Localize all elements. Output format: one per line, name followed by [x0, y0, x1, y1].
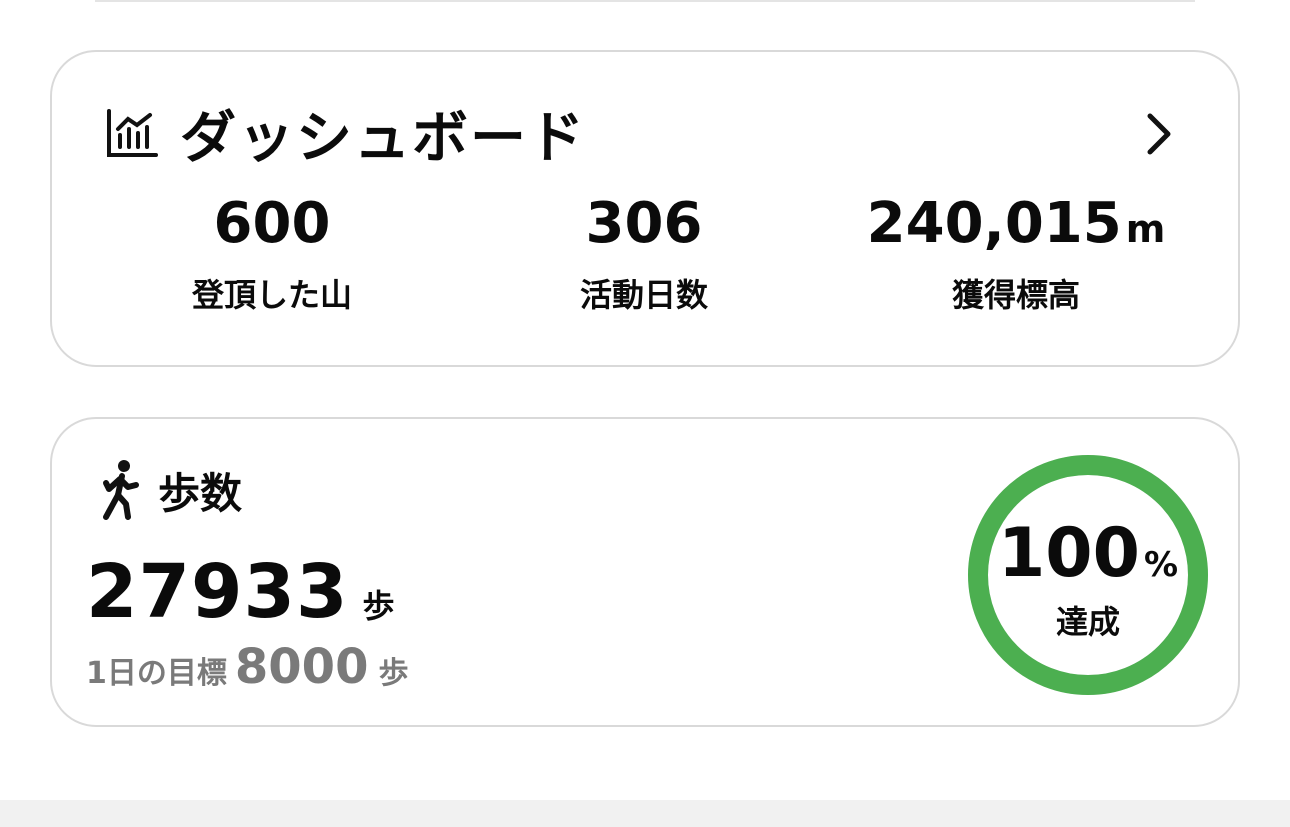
previous-card-edge [95, 0, 1195, 2]
stat-label: 獲得標高 [951, 276, 1080, 315]
bottom-bar [0, 800, 1290, 827]
progress-percent-value: 100 [997, 513, 1140, 593]
progress-label: 達成 [1055, 602, 1120, 641]
step-count-unit: 歩 [362, 587, 395, 625]
step-count: 27933 歩 [86, 549, 394, 635]
chevron-right-icon[interactable] [1142, 110, 1176, 158]
progress-percent-sign: % [1143, 544, 1179, 585]
dashboard-header: ダッシュボード [104, 100, 586, 171]
dashboard-title: ダッシュボード [180, 105, 586, 171]
goal-unit: 歩 [378, 656, 409, 691]
step-count-value: 27933 [86, 549, 349, 635]
daily-goal: 1日の目標 8000 歩 [86, 639, 408, 695]
progress-percent: 100 % [998, 514, 1178, 593]
goal-label: 1日の目標 [86, 656, 227, 691]
chart-icon [107, 109, 158, 157]
steps-header: 歩数 [98, 459, 242, 521]
dashboard-card[interactable]: ダッシュボード 600 登頂した山 306 活動日数 240,015 m 獲得標高 [50, 50, 1240, 367]
stat-value: 240,015 m [866, 191, 1166, 256]
stat-label: 活動日数 [579, 276, 708, 315]
stat-unit: m [1125, 207, 1166, 251]
steps-card[interactable]: 歩数 27933 歩 1日の目標 8000 歩 100 % 達成 [50, 417, 1240, 727]
stat-label: 登頂した山 [191, 276, 352, 315]
stat-activity-days: 306 活動日数 [464, 191, 824, 316]
steps-title: 歩数 [158, 468, 243, 518]
walking-person-icon [103, 460, 139, 520]
stat-value: 306 [585, 191, 703, 256]
stat-elevation-gain: 240,015 m 獲得標高 [836, 191, 1196, 316]
stat-value: 600 [213, 191, 331, 256]
progress-ring-text: 100 % 達成 [966, 453, 1210, 697]
stat-summited-mountains: 600 登頂した山 [92, 191, 452, 316]
goal-value: 8000 [234, 639, 369, 695]
